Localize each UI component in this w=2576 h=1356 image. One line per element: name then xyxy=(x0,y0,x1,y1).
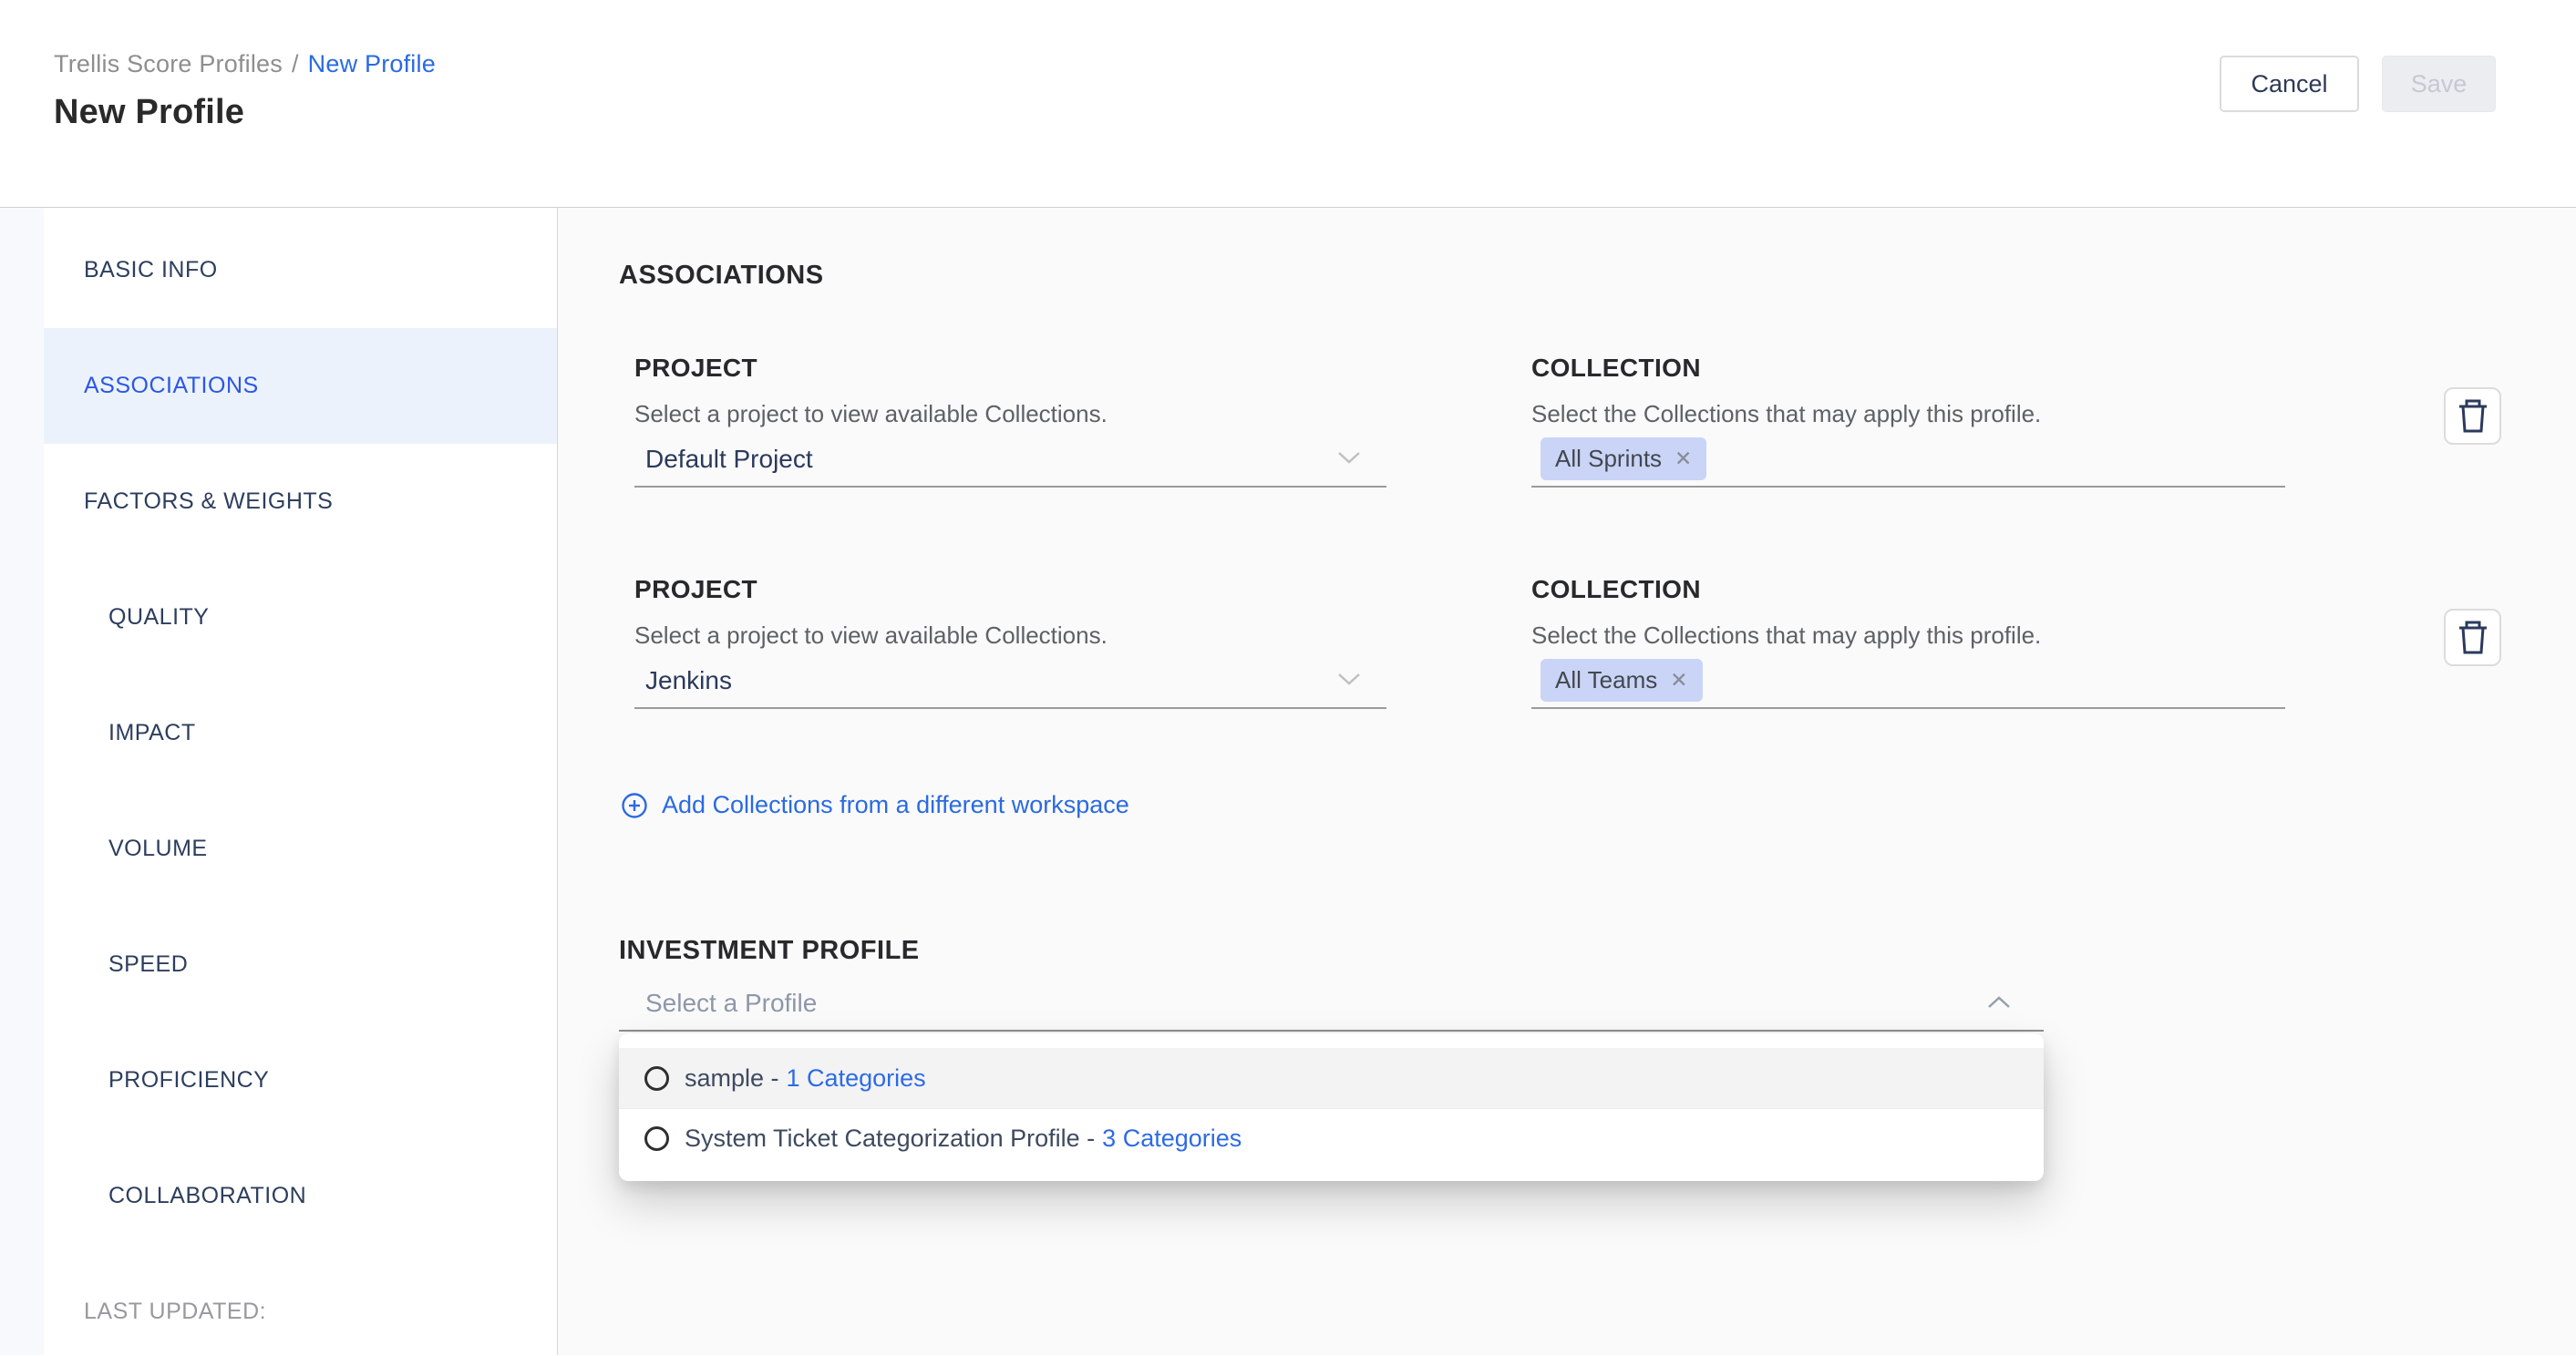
project-label: PROJECT xyxy=(634,354,757,383)
collection-tag[interactable]: All Teams ✕ xyxy=(1540,659,1703,702)
project-label: PROJECT xyxy=(634,575,757,604)
collection-multiselect[interactable]: All Sprints ✕ xyxy=(1531,432,2285,488)
project-select[interactable]: Jenkins xyxy=(634,653,1386,709)
delete-association-button[interactable] xyxy=(2444,387,2501,445)
project-description: Select a project to view available Colle… xyxy=(634,400,1108,428)
profile-dropdown: sample - 1 Categories System Ticket Cate… xyxy=(619,1033,2044,1181)
breadcrumb: Trellis Score Profiles / New Profile xyxy=(54,50,436,78)
profile-option-system-ticket[interactable]: System Ticket Categorization Profile - 3… xyxy=(619,1108,2044,1168)
tag-close-icon[interactable]: ✕ xyxy=(1670,668,1687,693)
categories-link[interactable]: 3 Categories xyxy=(1102,1125,1242,1153)
collection-description: Select the Collections that may apply th… xyxy=(1531,622,2041,650)
profile-option-name: System Ticket Categorization Profile - xyxy=(685,1125,1095,1153)
sidebar-last-updated-label: LAST UPDATED: xyxy=(44,1254,557,1356)
breadcrumb-current[interactable]: New Profile xyxy=(308,50,436,77)
collection-label: COLLECTION xyxy=(1531,575,1701,604)
trash-icon xyxy=(2458,621,2488,655)
trellis-profile-page: Trellis Score Profiles / New Profile New P… xyxy=(0,0,2576,1356)
save-button[interactable]: Save xyxy=(2382,56,2496,112)
add-collections-link[interactable]: Add Collections from a different workspa… xyxy=(621,791,1129,819)
radio-unchecked-icon[interactable] xyxy=(644,1126,669,1151)
header-left: Trellis Score Profiles / New Profile New P… xyxy=(54,0,436,207)
sidebar: BASIC INFO ASSOCIATIONS FACTORS & WEIGHT… xyxy=(44,208,558,1355)
sidebar-item-speed[interactable]: SPEED xyxy=(44,907,557,1022)
project-select-value: Default Project xyxy=(645,445,813,474)
categories-link[interactable]: 1 Categories xyxy=(787,1064,926,1093)
associations-panel: ASSOCIATIONS PROJECT Select a project to… xyxy=(558,208,2576,1355)
page-title: New Profile xyxy=(54,93,436,132)
investment-profile-title: INVESTMENT PROFILE xyxy=(619,936,920,966)
project-select-value: Jenkins xyxy=(645,666,732,695)
collection-tag[interactable]: All Sprints ✕ xyxy=(1540,437,1706,480)
project-select[interactable]: Default Project xyxy=(634,432,1386,488)
radio-unchecked-icon[interactable] xyxy=(644,1066,669,1091)
profile-select-placeholder: Select a Profile xyxy=(645,989,817,1018)
collection-multiselect[interactable]: All Teams ✕ xyxy=(1531,653,2285,709)
section-title: ASSOCIATIONS xyxy=(619,261,824,291)
breadcrumb-separator: / xyxy=(292,50,299,77)
cancel-button[interactable]: Cancel xyxy=(2220,56,2359,112)
sidebar-item-basic-info[interactable]: BASIC INFO xyxy=(44,212,557,328)
left-rail xyxy=(0,208,44,1355)
sidebar-item-associations[interactable]: ASSOCIATIONS xyxy=(44,328,557,444)
chevron-up-icon xyxy=(1985,993,2013,1012)
sidebar-item-quality[interactable]: QUALITY xyxy=(44,560,557,675)
delete-association-button[interactable] xyxy=(2444,609,2501,666)
collection-label: COLLECTION xyxy=(1531,354,1701,383)
add-collections-label: Add Collections from a different workspa… xyxy=(662,791,1129,819)
collection-tag-label: All Teams xyxy=(1555,666,1657,694)
sidebar-item-proficiency[interactable]: PROFICIENCY xyxy=(44,1022,557,1138)
investment-profile-select[interactable]: Select a Profile xyxy=(619,975,2044,1032)
trash-icon xyxy=(2458,399,2488,434)
chevron-down-icon xyxy=(1335,448,1363,467)
page-header: Trellis Score Profiles / New Profile New P… xyxy=(0,0,2576,208)
page-body: BASIC INFO ASSOCIATIONS FACTORS & WEIGHT… xyxy=(0,208,2576,1355)
sidebar-item-impact[interactable]: IMPACT xyxy=(44,675,557,791)
sidebar-item-volume[interactable]: VOLUME xyxy=(44,791,557,907)
collection-description: Select the Collections that may apply th… xyxy=(1531,400,2041,428)
collection-tag-label: All Sprints xyxy=(1555,445,1662,473)
sidebar-item-collaboration[interactable]: COLLABORATION xyxy=(44,1138,557,1254)
sidebar-item-factors-weights[interactable]: FACTORS & WEIGHTS xyxy=(44,444,557,560)
project-description: Select a project to view available Colle… xyxy=(634,622,1108,650)
breadcrumb-root[interactable]: Trellis Score Profiles xyxy=(54,50,283,77)
profile-option-sample[interactable]: sample - 1 Categories xyxy=(619,1048,2044,1108)
header-actions: Cancel Save xyxy=(2220,0,2496,207)
profile-option-name: sample - xyxy=(685,1064,779,1093)
tag-close-icon[interactable]: ✕ xyxy=(1674,447,1692,471)
chevron-down-icon xyxy=(1335,670,1363,688)
plus-circle-icon xyxy=(621,792,648,819)
